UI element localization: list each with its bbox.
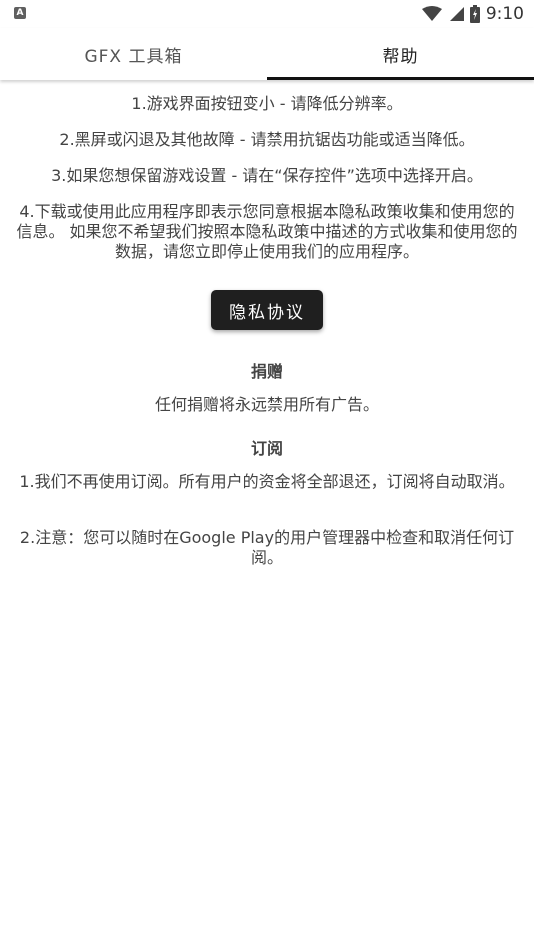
subscription-title: 订阅 [250, 439, 283, 458]
active-tab-indicator [267, 77, 534, 80]
battery-icon [469, 5, 480, 23]
help-item-1: 1.游戏界面按钮变小 - 请降低分辨率。 [131, 94, 403, 113]
signal-icon [449, 7, 464, 21]
help-item-4: 4.下载或使用此应用程序即表示您同意根据本隐私政策收集和使用您的信息。 如果您不… [16, 202, 518, 261]
tab-gfx-toolbox[interactable]: GFX 工具箱 [0, 28, 267, 80]
tab-help[interactable]: 帮助 [267, 28, 534, 80]
status-bar: A 9:10 [0, 0, 534, 28]
help-item-3: 3.如果您想保留游戏设置 - 请在“保存控件”选项中选择开启。 [51, 166, 483, 185]
wifi-icon [421, 6, 442, 21]
subscription-item-2: 2.注意：您可以随时在Google Play的用户管理器中检查和取消任何订阅。 [19, 528, 515, 567]
clock: 9:10 [485, 4, 524, 24]
tab-bar: GFX 工具箱 帮助 [0, 28, 534, 80]
donation-title: 捐赠 [250, 362, 283, 381]
privacy-policy-button[interactable]: 隐私协议 [211, 290, 323, 330]
status-icons: 9:10 [421, 2, 524, 26]
donation-text: 任何捐赠将永远禁用所有广告。 [154, 395, 379, 414]
notification-icon: A [14, 7, 26, 19]
help-item-2: 2.黑屏或闪退及其他故障 - 请禁用抗锯齿功能或适当降低。 [59, 130, 475, 149]
subscription-item-1: 1.我们不再使用订阅。所有用户的资金将全部退还，订阅将自动取消。 [19, 472, 515, 491]
